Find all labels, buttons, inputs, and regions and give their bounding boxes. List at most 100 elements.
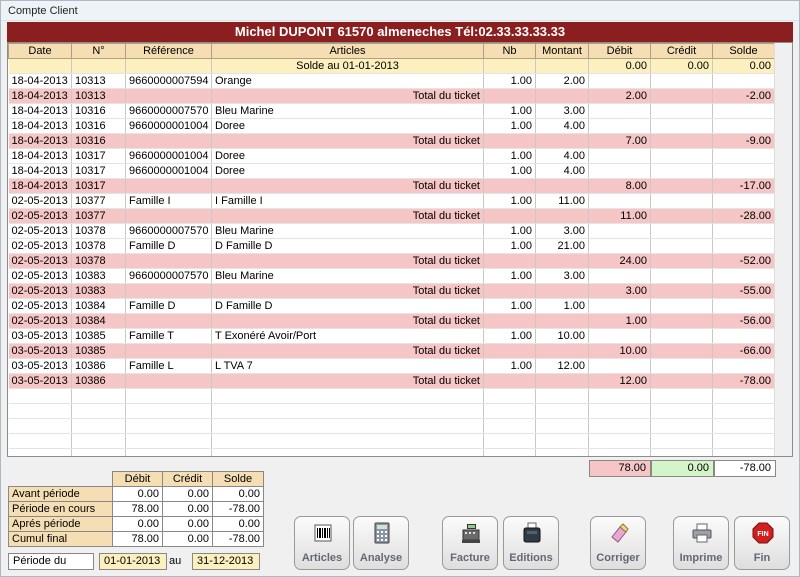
cell-montant: 12.00 (535, 358, 589, 374)
cell-montant: 3.00 (535, 223, 589, 239)
cell-credit (650, 163, 713, 179)
cell-num: 10385 (71, 328, 126, 344)
table-row[interactable]: 02-05-2013 10378 9660000007570 Bleu Marine 1… (8, 223, 775, 239)
cash-register-icon (462, 524, 480, 543)
editions-button[interactable]: Editions (503, 516, 559, 570)
table-row[interactable]: 02-05-2013 10377 Famille II Famille I 1.00 1… (8, 193, 775, 209)
empty-cell (211, 448, 484, 456)
ticket-total-row[interactable]: 02-05-2013 10378 Total du ticket 24.00 -52.0… (8, 253, 775, 269)
table-row[interactable]: 02-05-2013 10378 Famille DD Famille D 1.00 2… (8, 238, 775, 254)
imprime-button[interactable]: Imprime (673, 516, 729, 570)
empty-cell (8, 433, 72, 449)
col-header-montant[interactable]: Montant (535, 43, 589, 59)
table-row[interactable]: 18-04-2013 10316 9660000007570 Bleu Marine 1… (8, 103, 775, 119)
cell-debit (588, 148, 651, 164)
corriger-button[interactable]: Corriger (590, 516, 646, 570)
cell-credit (650, 298, 713, 314)
cell-nb: 1.00 (483, 328, 536, 344)
table-row[interactable]: 02-05-2013 10384 Famille DD Famille D 1.00 1… (8, 298, 775, 314)
ticket-total-row[interactable]: 18-04-2013 10313 Total du ticket 2.00 -2.00 (8, 88, 775, 104)
col-header-date[interactable]: Date (8, 43, 72, 59)
table-row[interactable]: 18-04-2013 10317 9660000001004 Doree 1.00 4.0… (8, 163, 775, 179)
cell-date: 02-05-2013 (8, 223, 72, 239)
cell-montant (535, 253, 589, 269)
summary-corner (9, 472, 113, 487)
cell-nb (483, 373, 536, 389)
cell-solde: 0.00 (712, 58, 775, 74)
empty-cell (211, 418, 484, 434)
summary-body: Avant période 0.00 0.00 0.00 Période en cour… (8, 486, 264, 547)
empty-row (8, 403, 775, 419)
facture-button-label: Facture (450, 552, 490, 564)
table-row[interactable]: 18-04-2013 10313 9660000007594 Orange 1.00 2.… (8, 73, 775, 89)
summary-cell-label: Avant période (8, 486, 113, 502)
col-header-credit[interactable]: Crédit (650, 43, 713, 59)
summary-col-credit: Crédit (162, 471, 213, 487)
table-row[interactable]: 03-05-2013 10385 Famille TT Exonéré Avoir/… (8, 328, 775, 344)
cell-solde (712, 193, 775, 209)
ticket-total-row[interactable]: 18-04-2013 10316 Total du ticket 7.00 -9.00 (8, 133, 775, 149)
cell-date: 18-04-2013 (8, 118, 72, 134)
cell-montant: 3.00 (535, 268, 589, 284)
cell-montant: 11.00 (535, 193, 589, 209)
facture-button[interactable]: Facture (442, 516, 498, 570)
col-header-reference[interactable]: Référence (125, 43, 212, 59)
cell-nb (483, 133, 536, 149)
table-row[interactable]: 18-04-2013 10316 9660000001004 Doree 1.00 4.0… (8, 118, 775, 134)
grid-body: Solde au 01-01-2013 0.00 0.00 0.00 18-04-201… (8, 58, 775, 456)
imprime-button-label: Imprime (679, 552, 723, 564)
ticket-total-row[interactable]: 03-05-2013 10386 Total du ticket 12.00 -78.0… (8, 373, 775, 389)
ticket-total-row[interactable]: 02-05-2013 10383 Total du ticket 3.00 -55.00 (8, 283, 775, 299)
cell-debit: 11.00 (588, 208, 651, 224)
ticket-total-row[interactable]: 02-05-2013 10377 Total du ticket 11.00 -28.0… (8, 208, 775, 224)
cell-nb (483, 313, 536, 329)
table-row[interactable]: 02-05-2013 10383 9660000007570 Bleu Marine 1… (8, 268, 775, 284)
cell-article: Total du ticket (211, 283, 484, 299)
opening-balance-row[interactable]: Solde au 01-01-2013 0.00 0.00 0.00 (8, 58, 775, 74)
period-to-field[interactable]: 31-12-2013 (192, 553, 260, 570)
period-from-field[interactable]: 01-01-2013 (99, 553, 167, 570)
cell-solde (712, 148, 775, 164)
table-row[interactable]: 18-04-2013 10317 9660000001004 Doree 1.00 4.0… (8, 148, 775, 164)
transactions-table: Date N° Référence Articles Nb Montant Dé… (8, 43, 775, 456)
cell-credit (650, 103, 713, 119)
empty-cell (125, 433, 212, 449)
col-header-articles[interactable]: Articles (211, 43, 484, 59)
cell-num (71, 58, 126, 74)
summary-cell-debit: 78.00 (112, 531, 163, 547)
summary-cell-debit: 78.00 (112, 501, 163, 517)
articles-button[interactable]: Articles (294, 516, 350, 570)
col-header-num[interactable]: N° (71, 43, 126, 59)
cell-debit (588, 358, 651, 374)
empty-cell (535, 448, 589, 456)
col-header-nb[interactable]: Nb (483, 43, 536, 59)
col-header-solde[interactable]: Solde (712, 43, 775, 59)
cell-nb (483, 178, 536, 194)
empty-cell (71, 448, 126, 456)
corriger-button-label: Corriger (596, 552, 640, 564)
col-header-debit[interactable]: Débit (588, 43, 651, 59)
cell-credit: 0.00 (650, 58, 713, 74)
ticket-total-row[interactable]: 18-04-2013 10317 Total du ticket 8.00 -17.00 (8, 178, 775, 194)
ticket-total-row[interactable]: 02-05-2013 10384 Total du ticket 1.00 -56.00 (8, 313, 775, 329)
empty-cell (588, 418, 651, 434)
ticket-total-row[interactable]: 03-05-2013 10385 Total du ticket 10.00 -66.0… (8, 343, 775, 359)
stop-sign-icon: FIN (752, 522, 774, 544)
cell-credit (650, 88, 713, 104)
analyse-button[interactable]: Analyse (353, 516, 409, 570)
title-bar: Compte Client (1, 1, 799, 21)
cell-debit: 7.00 (588, 133, 651, 149)
table-row[interactable]: 03-05-2013 10386 Famille LL TVA 7 1.00 12.00 (8, 358, 775, 374)
empty-cell (588, 403, 651, 419)
empty-cell (483, 433, 536, 449)
grid-scrollbar[interactable] (774, 43, 792, 456)
empty-cell (535, 433, 589, 449)
fin-button[interactable]: FIN Fin (734, 516, 790, 570)
transactions-grid[interactable]: Date N° Référence Articles Nb Montant Dé… (7, 42, 793, 457)
cell-date: 18-04-2013 (8, 178, 72, 194)
cell-date: 18-04-2013 (8, 73, 72, 89)
analyse-button-label: Analyse (359, 552, 403, 564)
cell-num: 10385 (71, 343, 126, 359)
cell-montant: 10.00 (535, 328, 589, 344)
cell-debit: 24.00 (588, 253, 651, 269)
